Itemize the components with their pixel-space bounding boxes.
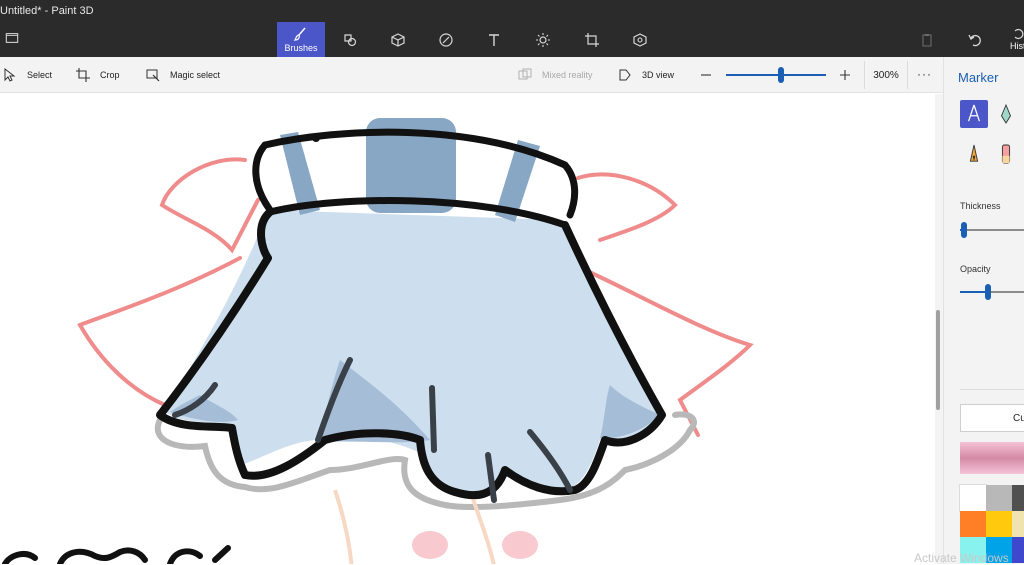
color-swatch[interactable]: [960, 511, 986, 537]
3d-view-icon: [619, 69, 631, 81]
canvas-scroll-thumb[interactable]: [936, 310, 940, 410]
brush-side-panel: Marker Thickness Opacity Cu: [943, 57, 1024, 564]
magic-select-icon: [146, 69, 160, 82]
plus-icon: [840, 70, 850, 80]
magic-select-button[interactable]: Magic select: [146, 57, 220, 93]
zoom-in-button[interactable]: [838, 68, 852, 82]
magic-select-label: Magic select: [170, 70, 221, 80]
custom-color-label: Cu: [1013, 412, 1024, 424]
select-label: Select: [27, 70, 53, 80]
pencil-icon: [969, 144, 979, 162]
crop-label: Crop: [100, 70, 120, 80]
brushes-tool-button[interactable]: Brushes: [277, 22, 325, 57]
fold-line-2: [429, 385, 437, 453]
undo-button[interactable]: [951, 22, 999, 57]
effects-tool-button[interactable]: [519, 22, 567, 57]
mixed-reality-button[interactable]: Mixed reality: [518, 57, 593, 93]
crop-button[interactable]: Crop: [76, 57, 120, 93]
zoom-value[interactable]: 300%: [864, 61, 908, 89]
mixed-reality-label: Mixed reality: [542, 70, 593, 80]
bottom-left-strokes: [2, 545, 231, 564]
canvas-tool-button[interactable]: [568, 22, 616, 57]
marker-icon: [968, 104, 980, 122]
canvas-crop-icon: [585, 32, 599, 47]
color-swatch[interactable]: [986, 485, 1012, 511]
zoom-slider-track[interactable]: [726, 74, 826, 76]
history-label: Hist: [1010, 41, 1024, 51]
brushes-label: Brushes: [284, 43, 318, 53]
title-bar: Untitled* - Paint 3D: [0, 0, 1024, 22]
custom-color-button[interactable]: Cu: [960, 404, 1024, 432]
crop-icon: [76, 68, 90, 82]
current-color-preview[interactable]: [960, 442, 1024, 474]
2d-shapes-tool-button[interactable]: [326, 22, 374, 57]
sticker-icon: [439, 32, 453, 47]
3d-library-icon: [633, 32, 647, 47]
opacity-slider-thumb[interactable]: [985, 284, 991, 300]
window-title: Untitled* - Paint 3D: [0, 5, 94, 17]
history-icon[interactable]: [1012, 27, 1024, 40]
zoom-out-button[interactable]: [699, 68, 713, 82]
thickness-label: Thickness: [960, 201, 1001, 211]
knee-right: [502, 531, 538, 559]
text-icon: [489, 33, 499, 46]
text-tool-button[interactable]: [470, 22, 518, 57]
opacity-slider-fill: [960, 291, 988, 293]
outline-dot-1: [312, 134, 320, 142]
main-toolbar: Brushes Hist: [0, 22, 1024, 57]
calligraphy-pen-icon: [1000, 103, 1012, 124]
panel-title: Marker: [958, 70, 999, 85]
3d-view-button[interactable]: 3D view: [618, 57, 674, 93]
more-options-icon[interactable]: ···: [917, 67, 932, 81]
undo-icon: [968, 34, 981, 46]
mixed-reality-icon: [518, 68, 532, 80]
select-button[interactable]: Select: [3, 57, 52, 93]
thickness-slider-track[interactable]: [960, 229, 1024, 231]
3d-library-tool-button[interactable]: [616, 22, 664, 57]
secondary-toolbar: Select Crop Magic select Mixed reality 3…: [0, 57, 943, 93]
brush-icon: [293, 27, 306, 41]
color-swatch[interactable]: [1012, 485, 1024, 511]
paste-button[interactable]: [903, 22, 951, 57]
knee-left: [412, 531, 448, 559]
2d-shapes-icon: [344, 33, 357, 46]
stickers-tool-button[interactable]: [422, 22, 470, 57]
panel-divider: [960, 389, 1024, 390]
paste-icon: [922, 33, 932, 47]
eraser-button[interactable]: [992, 140, 1020, 168]
eraser-icon: [1001, 144, 1011, 164]
menu-folder-icon[interactable]: [4, 31, 24, 49]
marker-brush-button[interactable]: [960, 100, 988, 128]
cursor-arrow-icon: [4, 68, 16, 82]
bow-left-upper: [159, 157, 260, 254]
opacity-label: Opacity: [960, 264, 991, 274]
canvas-drawing: [2, 118, 754, 564]
minus-icon: [701, 74, 711, 76]
leg-left: [333, 489, 354, 564]
color-swatch[interactable]: [986, 511, 1012, 537]
bow-right-upper: [576, 172, 678, 242]
drawing-canvas[interactable]: [0, 94, 935, 564]
activation-watermark: Activate Windows: [914, 551, 1009, 565]
calligraphy-pen-button[interactable]: [992, 100, 1020, 128]
cube-icon: [391, 32, 405, 47]
3d-view-label: 3D view: [642, 70, 675, 80]
sun-icon: [536, 32, 550, 47]
pencil-brush-button[interactable]: [960, 140, 988, 168]
color-swatch[interactable]: [1012, 537, 1024, 563]
thickness-slider-thumb[interactable]: [961, 222, 967, 238]
zoom-slider-thumb[interactable]: [778, 67, 784, 83]
color-swatch[interactable]: [959, 484, 987, 512]
3d-shapes-tool-button[interactable]: [374, 22, 422, 57]
color-swatch[interactable]: [1012, 511, 1024, 537]
